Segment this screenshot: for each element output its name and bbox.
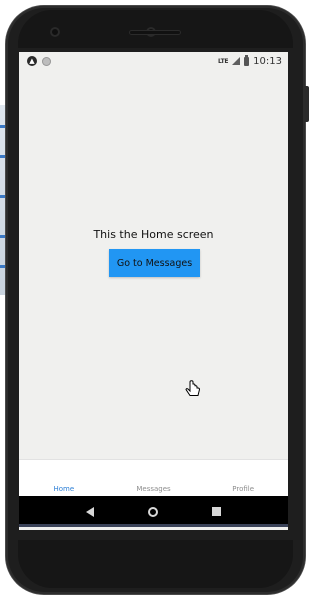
android-navigation-bar: [19, 496, 288, 527]
signal-icon: [232, 57, 241, 65]
battery-icon: [244, 54, 250, 66]
home-screen-title: This the Home screen: [93, 228, 214, 241]
navbar-accent: [19, 524, 288, 527]
back-icon[interactable]: [86, 506, 94, 517]
device-bottom-bezel: [18, 540, 293, 588]
recents-icon[interactable]: [212, 507, 221, 516]
home-icon[interactable]: [148, 506, 158, 517]
go-to-messages-button[interactable]: Go to Messages: [109, 249, 200, 277]
bottom-tab-bar: Home Messages Profile: [19, 459, 288, 496]
hand-cursor-icon: [185, 380, 201, 396]
expo-icon: ▲: [27, 56, 37, 66]
network-type: LTE: [218, 57, 229, 65]
device-screen: ▲ LTE 10:13 This the Home screen Go to M…: [19, 52, 288, 530]
status-time: 10:13: [253, 55, 282, 67]
front-sensor-icon: [50, 27, 60, 37]
status-bar: ▲ LTE 10:13: [19, 52, 288, 70]
earpiece-speaker: [129, 30, 181, 35]
notification-dot-icon: [42, 56, 51, 66]
tab-messages[interactable]: Messages: [109, 485, 199, 493]
tab-profile[interactable]: Profile: [198, 485, 288, 493]
power-button[interactable]: [305, 86, 309, 122]
tab-home[interactable]: Home: [19, 485, 109, 493]
